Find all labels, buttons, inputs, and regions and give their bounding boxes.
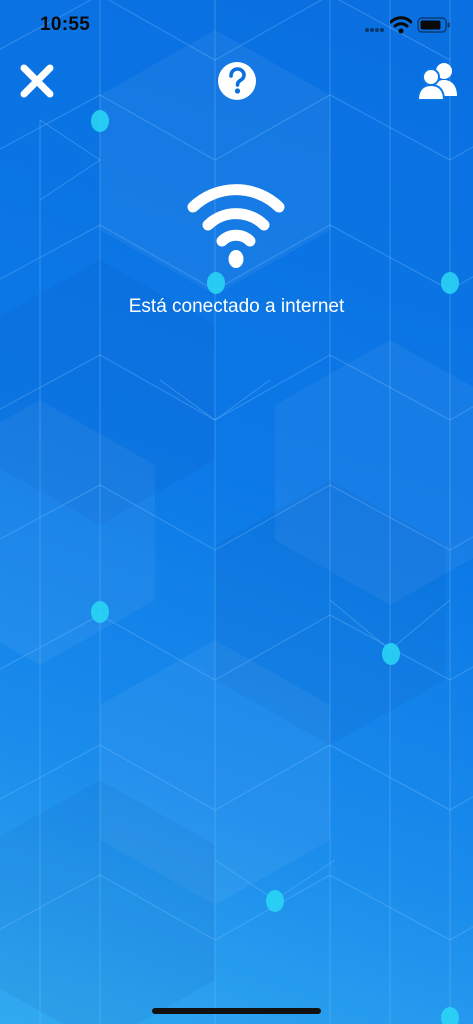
wifi-status-icon <box>390 16 412 34</box>
status-time: 10:55 <box>40 14 91 35</box>
wifi-icon <box>187 184 285 268</box>
status-bar: 10:55 <box>0 0 473 50</box>
help-icon[interactable] <box>216 60 258 102</box>
screen: 10:55 Está conectado a internet <box>0 0 473 1024</box>
hexagon-background <box>0 0 473 1024</box>
home-indicator[interactable] <box>152 1008 321 1014</box>
users-icon[interactable] <box>415 58 461 104</box>
battery-icon <box>417 17 450 33</box>
cellular-signal-icon <box>365 28 384 32</box>
close-icon[interactable] <box>16 60 58 102</box>
connection-status-text: Está conectado a internet <box>128 296 345 317</box>
